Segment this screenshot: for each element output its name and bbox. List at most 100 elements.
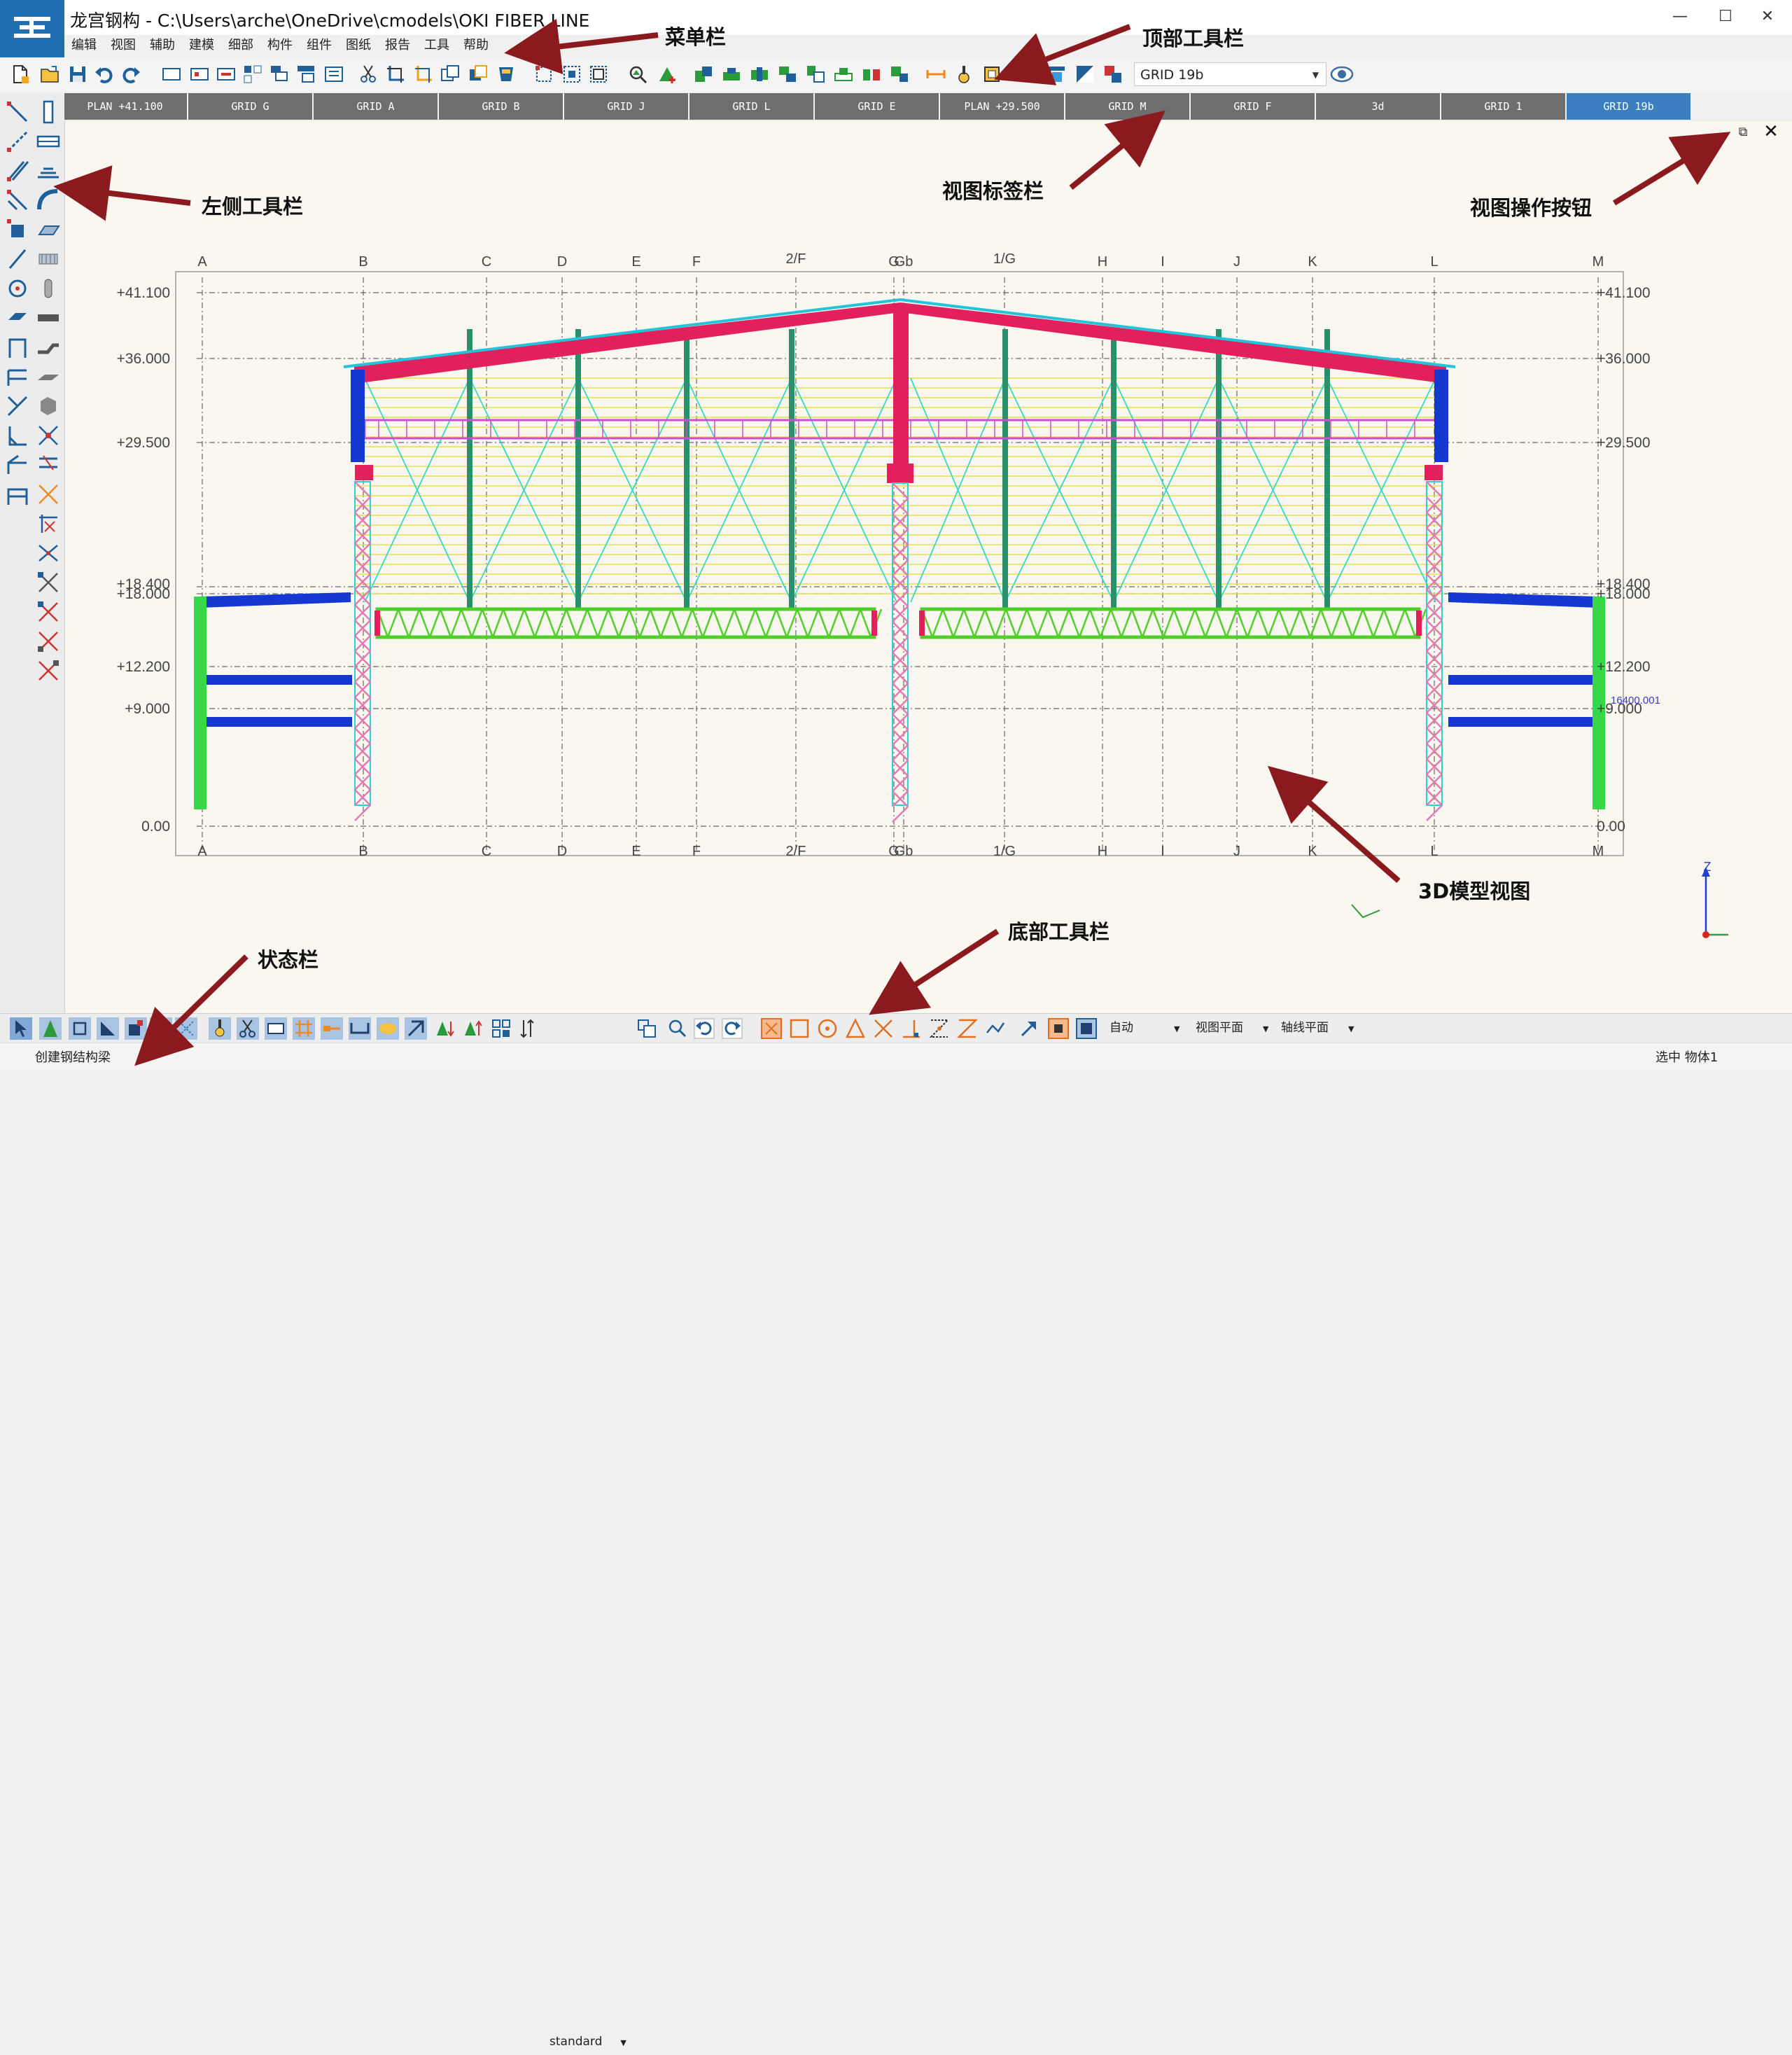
select-filter-icon[interactable] xyxy=(636,1017,658,1040)
view-tab-10[interactable]: 3d xyxy=(1316,93,1440,120)
view-tab-12[interactable]: GRID 19b xyxy=(1567,93,1690,120)
menu-item-6[interactable]: 组件 xyxy=(300,35,339,57)
menu-item-0[interactable]: 编辑 xyxy=(64,35,104,57)
select-weld-icon[interactable] xyxy=(209,1017,231,1040)
polybeam-icon[interactable] xyxy=(6,130,29,153)
plate-tool-icon[interactable] xyxy=(6,306,29,330)
knee-brace-icon[interactable] xyxy=(6,424,29,447)
portal-frame-icon[interactable] xyxy=(6,335,29,359)
select-cross-icon[interactable] xyxy=(150,1017,172,1040)
column-icon[interactable] xyxy=(36,100,60,124)
panel-icon[interactable] xyxy=(36,247,60,271)
eye-icon[interactable] xyxy=(1330,63,1354,85)
select-view-icon[interactable] xyxy=(265,1017,287,1040)
arrow-down-up-icon[interactable] xyxy=(519,1017,535,1040)
close-window-button[interactable]: ✕ xyxy=(1743,0,1792,32)
snap-circle-icon[interactable] xyxy=(816,1017,839,1040)
gable-frame-icon[interactable] xyxy=(6,482,29,506)
snap-up-icon[interactable] xyxy=(462,1017,484,1040)
dimension-icon[interactable] xyxy=(925,64,946,85)
menu-item-7[interactable]: 图纸 xyxy=(339,35,378,57)
view-tab-11[interactable]: GRID 1 xyxy=(1441,93,1565,120)
redo-icon[interactable] xyxy=(120,64,141,85)
snap-grid-icon[interactable] xyxy=(490,1017,512,1040)
weld-icon[interactable] xyxy=(953,64,974,85)
select-bubble-icon[interactable] xyxy=(377,1017,399,1040)
folded-plate-icon[interactable] xyxy=(36,365,60,389)
menu-item-10[interactable]: 帮助 xyxy=(456,35,496,57)
snap-down-icon[interactable] xyxy=(434,1017,456,1040)
split-views-icon[interactable] xyxy=(295,64,316,85)
view-selector-dropdown[interactable]: GRID 19b ▼ xyxy=(1134,62,1326,86)
component-3-icon[interactable] xyxy=(749,64,770,85)
close-view-button[interactable]: ✕ xyxy=(1760,121,1782,142)
undo-select-icon[interactable] xyxy=(693,1017,715,1040)
pipe-icon[interactable] xyxy=(36,277,60,300)
brace-icon[interactable] xyxy=(6,188,29,212)
plane-view-dropdown[interactable]: 视图平面 ▼ xyxy=(1196,1016,1268,1040)
select-bolt-group-icon[interactable] xyxy=(175,1017,197,1040)
bent-plate-icon[interactable] xyxy=(36,335,60,359)
view-tab-0[interactable]: PLAN +41.100 xyxy=(63,93,187,120)
view-tab-1[interactable]: GRID G xyxy=(188,93,312,120)
plate-beam-icon[interactable] xyxy=(36,130,60,153)
plane-axis-dropdown[interactable]: 轴线平面 ▼ xyxy=(1281,1016,1354,1040)
render-mode-icon[interactable] xyxy=(1074,64,1096,85)
area-box-icon[interactable] xyxy=(496,64,517,85)
view-tab-8[interactable]: GRID M xyxy=(1065,93,1189,120)
view-tab-5[interactable]: GRID L xyxy=(690,93,813,120)
menu-item-3[interactable]: 建模 xyxy=(182,35,221,57)
menu-item-8[interactable]: 报告 xyxy=(378,35,417,57)
menu-item-4[interactable]: 细部 xyxy=(221,35,260,57)
window-frame-icon[interactable] xyxy=(161,64,182,85)
cascade-views-icon[interactable] xyxy=(269,64,290,85)
view-tab-2[interactable]: GRID A xyxy=(314,93,438,120)
snap-midpoint-icon[interactable] xyxy=(956,1017,979,1040)
snap-triangle-icon[interactable] xyxy=(844,1017,867,1040)
add-triangle-icon[interactable] xyxy=(657,64,678,85)
stiffener-icon[interactable] xyxy=(36,424,60,447)
beam-line-icon[interactable] xyxy=(6,100,29,124)
copy-view-icon[interactable] xyxy=(440,64,461,85)
view-dots-icon[interactable] xyxy=(216,64,237,85)
open-folder-icon[interactable] xyxy=(39,64,60,85)
select-cut-icon[interactable] xyxy=(237,1017,259,1040)
select-part-icon[interactable] xyxy=(125,1017,147,1040)
snap-perpendicular-icon[interactable] xyxy=(900,1017,923,1040)
connection-2-icon[interactable] xyxy=(36,512,60,536)
purlin-icon[interactable] xyxy=(36,453,60,477)
tile-views-icon[interactable] xyxy=(242,64,263,85)
snap-square-icon[interactable] xyxy=(788,1017,811,1040)
redo-select-icon[interactable] xyxy=(721,1017,743,1040)
connection-3-icon[interactable] xyxy=(36,541,60,565)
connection-6-icon[interactable] xyxy=(36,629,60,653)
snap-extension-icon[interactable] xyxy=(928,1017,951,1040)
magnify-icon[interactable] xyxy=(627,64,648,85)
line-tool-icon[interactable] xyxy=(6,247,29,271)
crop-icon[interactable] xyxy=(385,64,406,85)
connection-4-icon[interactable] xyxy=(36,571,60,594)
app-logo-icon[interactable] xyxy=(0,0,64,57)
view-settings-icon[interactable] xyxy=(1102,64,1124,85)
select-wedge-icon[interactable] xyxy=(97,1017,119,1040)
scissors-icon[interactable] xyxy=(358,64,379,85)
paste-view-icon[interactable] xyxy=(468,64,489,85)
bracing-tool-icon[interactable] xyxy=(6,394,29,418)
truss-frame-icon[interactable] xyxy=(6,365,29,389)
select-cross-icon[interactable] xyxy=(588,64,609,85)
snap-mode-dropdown[interactable]: 自动 ▼ xyxy=(1110,1016,1180,1040)
select-member-icon[interactable] xyxy=(321,1017,343,1040)
undo-icon[interactable] xyxy=(94,64,115,85)
select-triangle-icon[interactable] xyxy=(39,1017,62,1040)
component-1-icon[interactable] xyxy=(693,64,714,85)
pad-footing-icon[interactable] xyxy=(6,218,29,242)
select-pointer-icon[interactable] xyxy=(10,1017,32,1040)
select-area-icon[interactable] xyxy=(533,64,554,85)
flat-bar-icon[interactable] xyxy=(36,306,60,330)
select-inside-icon[interactable] xyxy=(561,64,582,85)
component-5-icon[interactable] xyxy=(805,64,826,85)
select-channel-icon[interactable] xyxy=(349,1017,371,1040)
stair-plate-icon[interactable] xyxy=(36,159,60,183)
save-icon[interactable] xyxy=(67,64,88,85)
zoom-select-icon[interactable] xyxy=(666,1017,689,1040)
